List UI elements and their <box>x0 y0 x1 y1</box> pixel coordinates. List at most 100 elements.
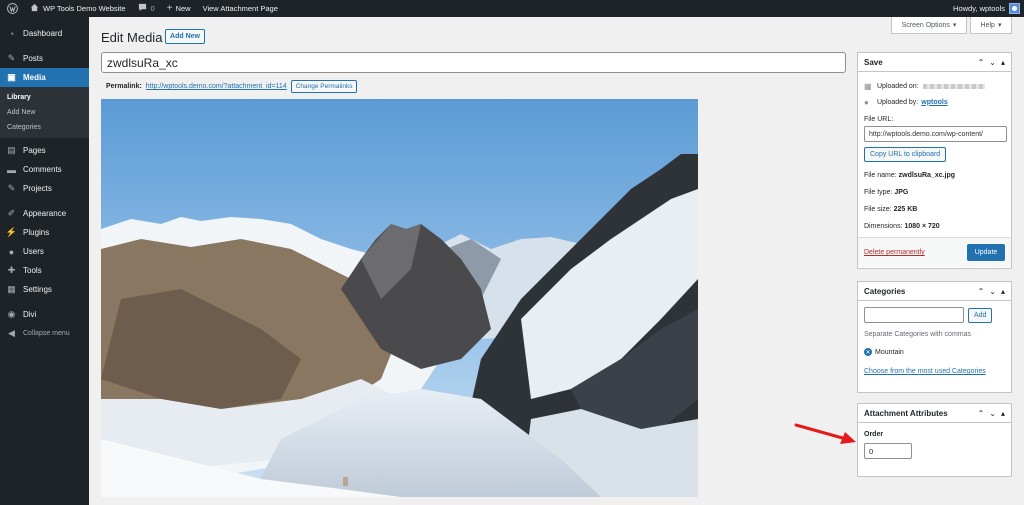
sidebar-item-label: Dashboard <box>23 29 63 38</box>
title-input[interactable]: zwdlsuRa_xc <box>101 52 846 73</box>
submenu-item-categories[interactable]: Categories <box>0 120 89 135</box>
sidebar-item-label: Users <box>23 247 44 256</box>
chevron-down-icon[interactable]: ⌄ <box>989 409 996 418</box>
sidebar-item-tools[interactable]: ✚ Tools <box>0 261 89 280</box>
add-category-button[interactable]: Add <box>968 307 993 323</box>
help-label: Help <box>980 21 995 29</box>
caret-down-icon: ▾ <box>952 22 957 29</box>
sidebar-item-label: Appearance <box>23 209 67 218</box>
update-button[interactable]: Update <box>967 244 1005 261</box>
remove-tag-icon[interactable]: ✕ <box>864 348 872 356</box>
pin-icon: ✎ <box>7 183 16 193</box>
attachment-attributes-title: Attachment Attributes <box>864 408 948 418</box>
caret-up-icon[interactable]: ▴ <box>1001 409 1005 418</box>
page-icon: ▤ <box>7 145 16 155</box>
file-size-label: File size: <box>864 206 892 213</box>
attachment-attributes-header: Attachment Attributes ⌃ ⌄ ▴ <box>858 404 1011 423</box>
user-icon: ● <box>864 97 869 107</box>
sidebar-item-label: Pages <box>23 146 46 155</box>
order-input[interactable]: 0 <box>864 443 912 459</box>
category-tag: ✕ Mountain <box>864 348 1005 356</box>
collapse-icon: ◀ <box>8 328 15 338</box>
sidebar-item-divi[interactable]: ◉ Divi <box>0 305 89 324</box>
submenu-item-library[interactable]: Library <box>0 90 89 105</box>
sidebar-item-label: Divi <box>23 310 37 319</box>
new-category-input[interactable] <box>864 307 964 323</box>
change-permalinks-button[interactable]: Change Permalinks <box>290 80 358 93</box>
sidebar-item-dashboard[interactable]: ◔ Dashboard <box>0 24 89 43</box>
wordpress-logo-icon[interactable] <box>0 0 24 17</box>
category-tag-label: Mountain <box>875 348 904 356</box>
sidebar-item-projects[interactable]: ✎ Projects <box>0 179 89 198</box>
file-type-label: File type: <box>864 189 893 196</box>
uploaded-by-row: ● Uploaded by: wptools <box>864 94 1005 110</box>
uploader-link[interactable]: wptools <box>921 99 947 106</box>
chevron-up-icon[interactable]: ⌃ <box>978 287 985 296</box>
sidebar-item-pages[interactable]: ▤ Pages <box>0 141 89 160</box>
permalink-link[interactable]: http://wptools.demo.com/?attachment_id=1… <box>146 83 287 90</box>
permalink-label: Permalink: <box>106 83 142 90</box>
sidebar-item-posts[interactable]: ✎ Posts <box>0 49 89 68</box>
plus-icon: + <box>166 3 173 14</box>
save-metabox: Save ⌃ ⌄ ▴ ▦ Uploaded on: ● Uploaded by:… <box>857 52 1012 269</box>
sidebar-item-label: Media <box>23 73 46 82</box>
view-attachment-label: View Attachment Page <box>202 4 278 13</box>
categories-metabox: Categories ⌃ ⌄ ▴ Add Separate Categories… <box>857 281 1012 393</box>
submenu-item-add-new[interactable]: Add New <box>0 105 89 120</box>
file-type-row: File type: JPG <box>864 189 1005 196</box>
uploaded-on-label: Uploaded on: <box>877 82 919 90</box>
media-icon: ▣ <box>7 72 16 82</box>
my-account[interactable]: Howdy, wptools <box>947 0 1024 17</box>
save-metabox-title: Save <box>864 57 883 67</box>
dimensions-value: 1080 × 720 <box>904 223 940 230</box>
help-button[interactable]: Help ▾ <box>970 17 1012 34</box>
caret-up-icon[interactable]: ▴ <box>1001 58 1005 67</box>
comments-count: 0 <box>150 4 155 13</box>
sidebar-item-collapse[interactable]: ◀ Collapse menu <box>0 324 89 343</box>
screen-options-button[interactable]: Screen Options ▾ <box>891 17 967 34</box>
file-size-row: File size: 225 KB <box>864 206 1005 213</box>
dimensions-row: Dimensions: 1080 × 720 <box>864 223 1005 230</box>
file-size-value: 225 KB <box>893 206 918 213</box>
chevron-up-icon[interactable]: ⌃ <box>978 409 985 418</box>
user-icon: ● <box>8 246 15 257</box>
caret-up-icon[interactable]: ▴ <box>1001 287 1005 296</box>
uploaded-by-label: Uploaded by: <box>877 98 919 106</box>
categories-metabox-title: Categories <box>864 286 906 296</box>
file-type-value: JPG <box>894 189 909 196</box>
file-name-label: File name: <box>864 172 897 179</box>
site-name-link[interactable]: WP Tools Demo Website <box>24 0 132 17</box>
chevron-down-icon[interactable]: ⌄ <box>989 287 996 296</box>
new-content-link[interactable]: + New <box>161 0 197 17</box>
sidebar-item-label: Settings <box>23 285 52 294</box>
new-label: New <box>175 4 191 13</box>
sidebar-item-users[interactable]: ● Users <box>0 242 89 261</box>
view-attachment-link[interactable]: View Attachment Page <box>197 0 284 17</box>
chevron-down-icon[interactable]: ⌄ <box>989 58 996 67</box>
admin-bar: WP Tools Demo Website 0 + New View Attac… <box>0 0 1024 17</box>
pin-icon: ✎ <box>7 53 16 63</box>
sidebar-item-label: Plugins <box>23 228 50 237</box>
admin-sidebar: ◔ Dashboard ✎ Posts ▣ Media Library Add … <box>0 17 89 505</box>
plug-icon: ⚡ <box>5 227 18 237</box>
copy-url-button[interactable]: Copy URL to clipboard <box>864 147 947 162</box>
sidebar-item-appearance[interactable]: ✐ Appearance <box>0 204 89 223</box>
sidebar-item-comments[interactable]: ▬ Comments <box>0 160 89 179</box>
add-new-button[interactable]: Add New <box>165 29 205 44</box>
howdy-text: Howdy, wptools <box>953 4 1005 13</box>
page-title: Edit Media <box>101 30 163 45</box>
screen-options-label: Screen Options <box>901 21 950 29</box>
comments-link[interactable]: 0 <box>132 0 161 17</box>
sidebar-item-plugins[interactable]: ⚡ Plugins <box>0 223 89 242</box>
most-used-categories-link[interactable]: Choose from the most used Categories <box>864 368 1005 375</box>
save-metabox-header: Save ⌃ ⌄ ▴ <box>858 53 1011 72</box>
delete-permanently-link[interactable]: Delete permanently <box>864 249 925 256</box>
sidebar-item-label: Tools <box>23 266 42 275</box>
file-url-field[interactable]: http://wptools.demo.com/wp-content/ <box>864 126 1007 142</box>
attachment-attributes-metabox: Attachment Attributes ⌃ ⌄ ▴ Order 0 <box>857 403 1012 477</box>
sidebar-item-settings[interactable]: ▦ Settings <box>0 280 89 299</box>
sidebar-item-media[interactable]: ▣ Media <box>0 68 89 87</box>
chevron-up-icon[interactable]: ⌃ <box>978 58 985 67</box>
dimensions-label: Dimensions: <box>864 223 903 230</box>
calendar-icon: ▦ <box>864 81 872 91</box>
